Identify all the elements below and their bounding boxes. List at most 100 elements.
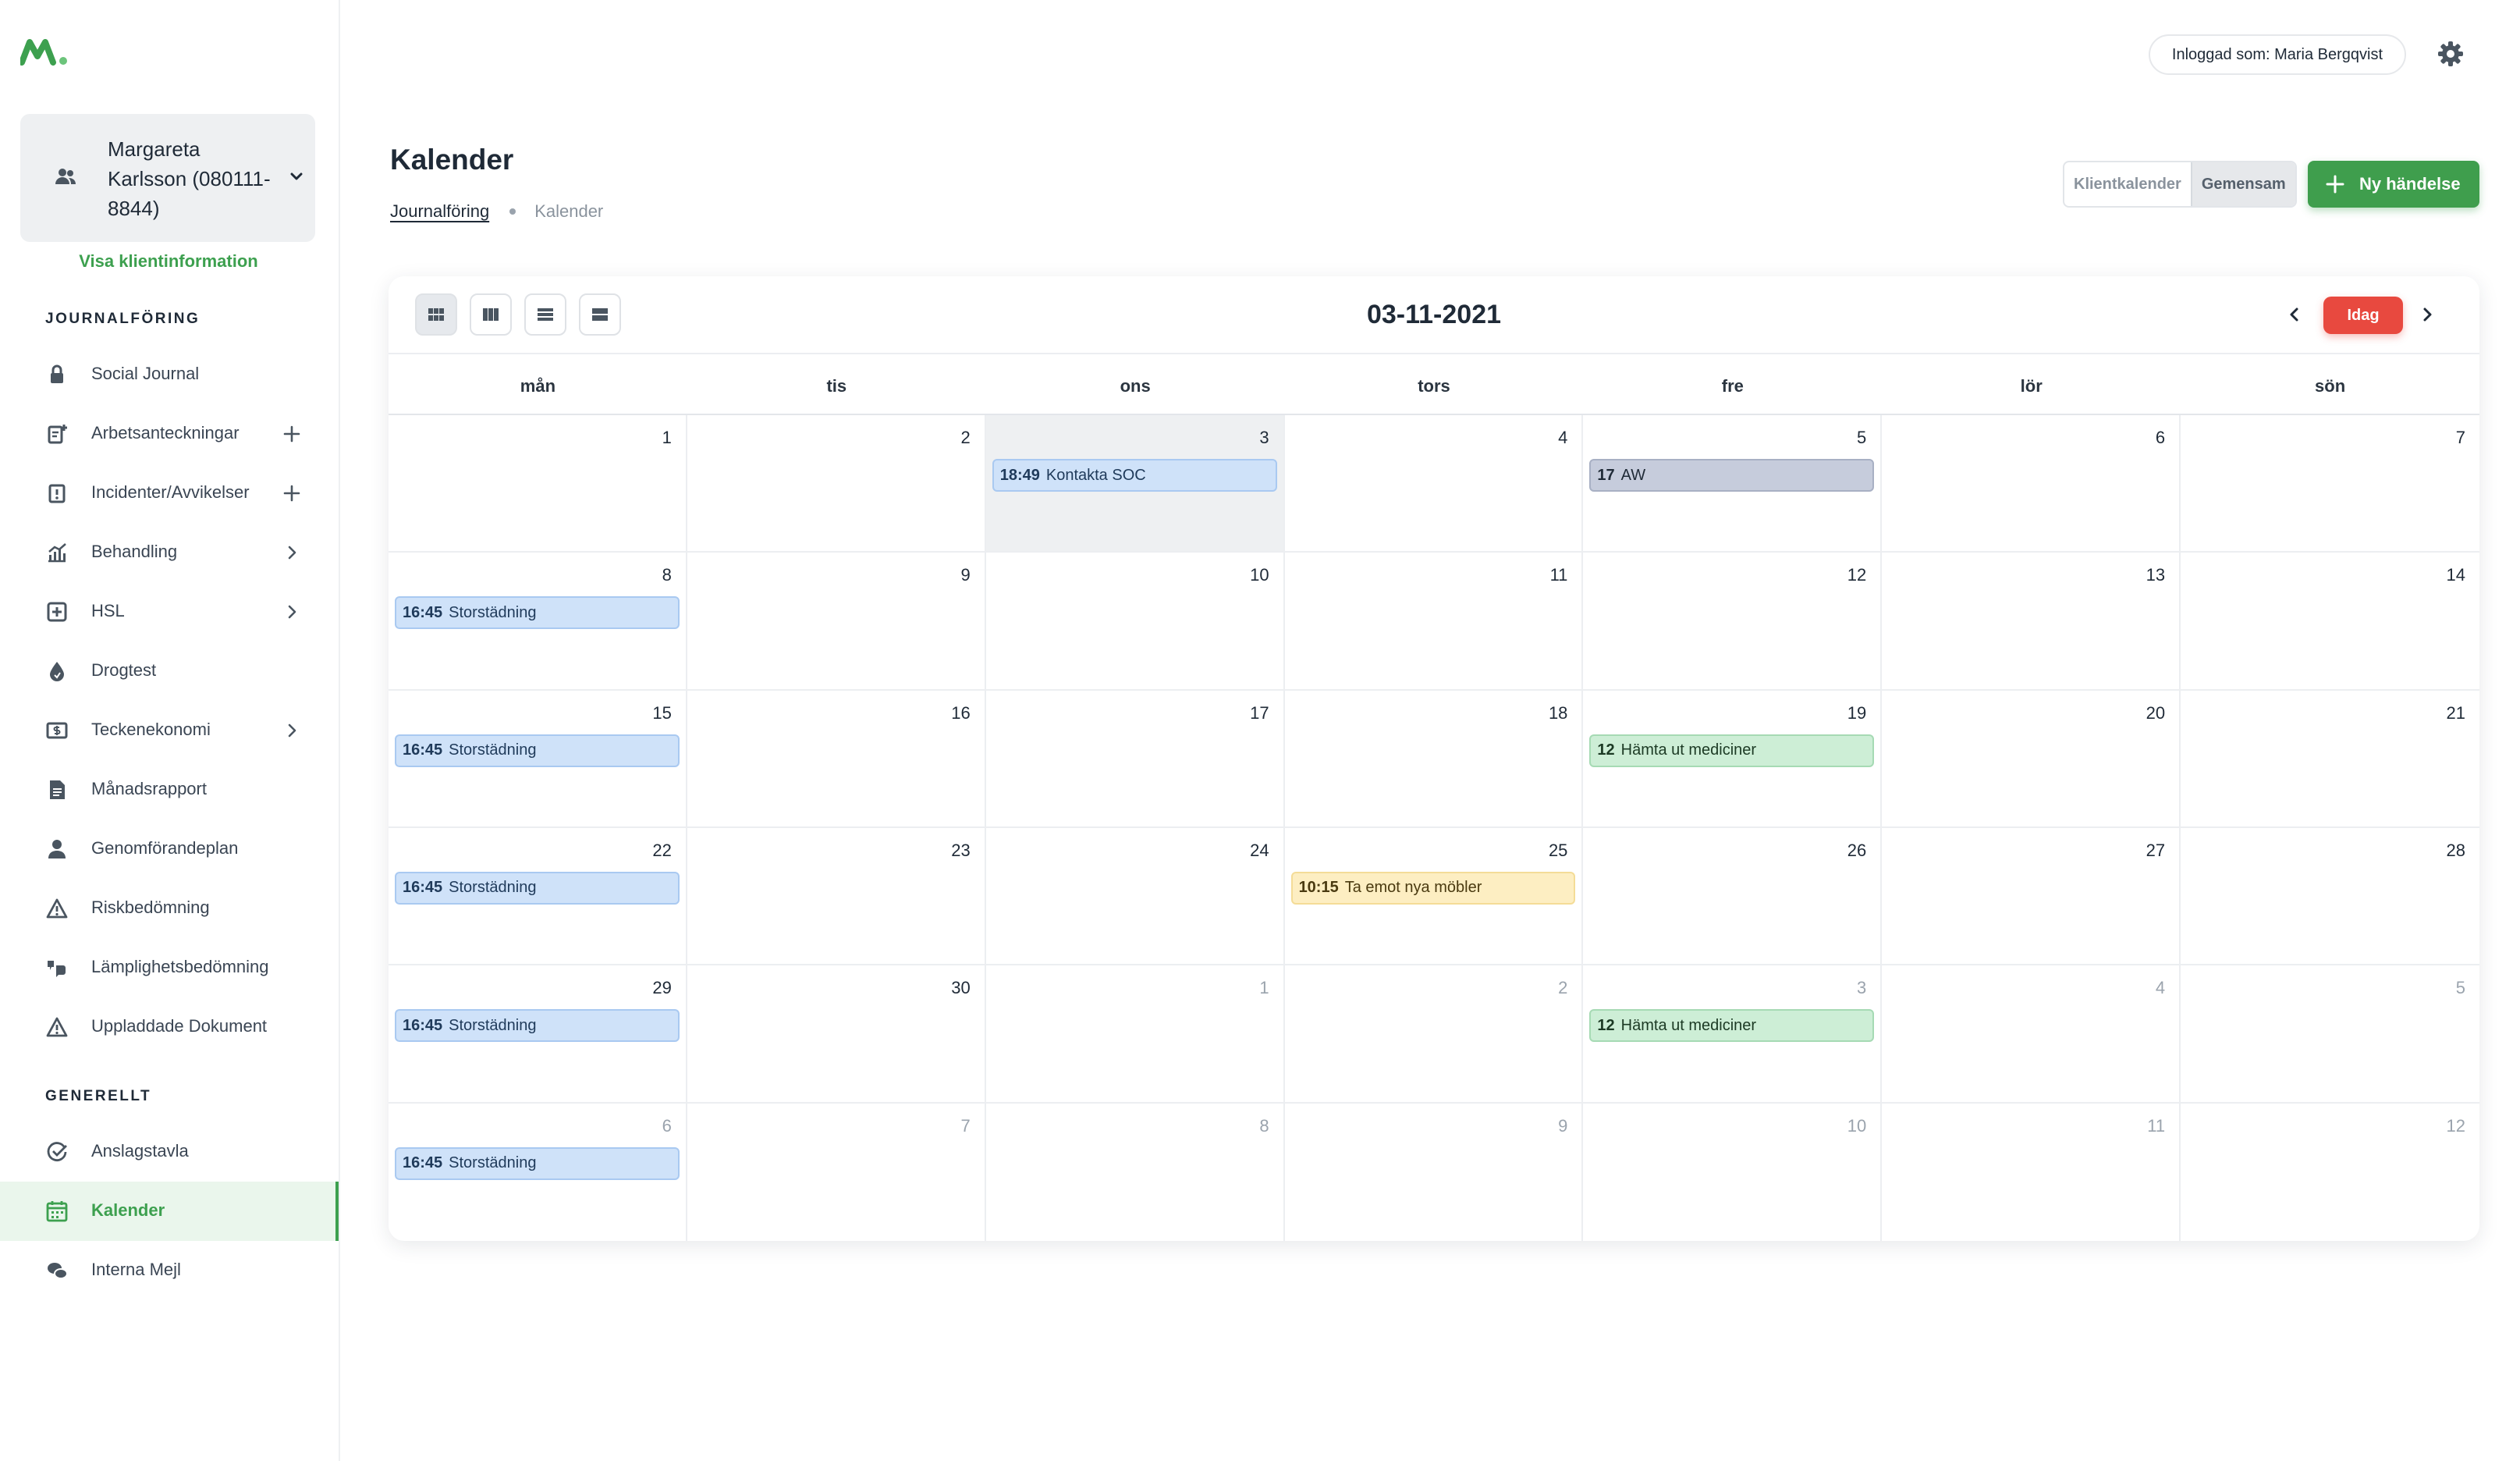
day-cell[interactable]: 8 xyxy=(986,1103,1285,1241)
day-cell[interactable]: 24 xyxy=(985,827,1285,966)
client-selector[interactable]: Margareta Karlsson (080111-8844) xyxy=(20,114,315,242)
sidebar-item-genomförandeplan[interactable]: Genomförandeplan xyxy=(0,819,339,879)
toggle-client-calendar[interactable]: Klientkalender xyxy=(2064,162,2191,206)
toggle-shared-calendar[interactable]: Gemensam xyxy=(2190,162,2295,206)
day-cell[interactable]: 10 xyxy=(1583,1103,1883,1241)
calendar-event[interactable]: 16:45 Storstädning xyxy=(395,871,680,905)
chevron-right-icon[interactable] xyxy=(2415,303,2439,326)
calendar-event[interactable]: 18:49 Kontakta SOC xyxy=(992,459,1277,492)
day-cell[interactable]: 1 xyxy=(985,965,1285,1104)
day-cell[interactable]: 15 16:45 Storstädning xyxy=(389,690,687,828)
day-cell[interactable]: 2 xyxy=(687,415,986,553)
calendar-event[interactable]: 12 Hämta ut mediciner xyxy=(1589,734,1875,767)
month-view-button[interactable] xyxy=(415,293,457,336)
day-cell[interactable]: 30 xyxy=(687,965,986,1104)
day-cell[interactable]: 17 xyxy=(985,690,1285,828)
chevron-right-icon[interactable] xyxy=(281,720,303,741)
app-logo[interactable] xyxy=(20,36,70,67)
sidebar-item-kalender[interactable]: Kalender xyxy=(0,1182,339,1241)
sidebar-item-teckenekonomi[interactable]: Teckenekonomi xyxy=(0,701,339,760)
day-cell[interactable]: 26 xyxy=(1583,827,1883,966)
day-cell[interactable]: 14 xyxy=(2181,553,2479,691)
new-event-button[interactable]: Ny händelse xyxy=(2308,161,2479,208)
weekday-label: ons xyxy=(1120,376,1151,396)
sidebar-item-drogtest[interactable]: Drogtest xyxy=(0,642,339,701)
day-cell[interactable]: 11 xyxy=(1882,1103,2181,1241)
day-number: 16 xyxy=(951,702,971,723)
logged-in-user-badge[interactable]: Inloggad som: Maria Bergqvist xyxy=(2149,34,2406,75)
day-cell[interactable]: 20 xyxy=(1882,690,2181,828)
day-cell[interactable]: 22 16:45 Storstädning xyxy=(389,827,687,966)
sidebar-item-uppladdade-dokument[interactable]: Uppladdade Dokument xyxy=(0,997,339,1057)
day-cell[interactable]: 11 xyxy=(1284,553,1584,691)
new-event-label: Ny händelse xyxy=(2359,174,2461,194)
day-cell[interactable]: 10 xyxy=(985,553,1285,691)
sidebar-item-anslagstavla[interactable]: Anslagstavla xyxy=(0,1122,339,1182)
day-cell[interactable]: 4 xyxy=(1882,965,2181,1104)
calendar-event[interactable]: 16:45 Storstädning xyxy=(395,1009,680,1043)
sidebar-item-behandling[interactable]: Behandling xyxy=(0,523,339,582)
day-cell[interactable]: 5 xyxy=(2181,965,2479,1104)
day-cell[interactable]: 5 17 AW xyxy=(1583,415,1883,553)
day-cell[interactable]: 6 16:45 Storstädning xyxy=(389,1103,687,1241)
day-number: 6 xyxy=(2155,428,2166,447)
day-cell[interactable]: 12 xyxy=(2181,1104,2479,1241)
chevron-down-icon[interactable] xyxy=(286,165,307,187)
today-button[interactable]: Idag xyxy=(2323,297,2403,334)
day-cell[interactable]: 12 xyxy=(1583,553,1883,691)
day-cell[interactable]: 16 xyxy=(687,690,986,828)
day-cell[interactable]: 1 xyxy=(389,415,687,553)
sidebar-item-label: Behandling xyxy=(91,542,178,561)
day-number: 3 xyxy=(1259,428,1269,447)
calendar-event[interactable]: 17 AW xyxy=(1589,459,1875,492)
day-cell[interactable]: 18 xyxy=(1284,690,1584,828)
day-cell[interactable]: 13 xyxy=(1882,553,2181,691)
chevron-right-icon[interactable] xyxy=(281,601,303,623)
day-cell[interactable]: 27 xyxy=(1882,827,2181,966)
calendar-event[interactable]: 10:15 Ta emot nya möbler xyxy=(1290,871,1576,905)
day-cell[interactable]: 19 12 Hämta ut mediciner xyxy=(1583,690,1883,828)
chevron-left-icon[interactable] xyxy=(2283,303,2306,326)
day-cell[interactable]: 28 xyxy=(2181,828,2479,966)
day-cell[interactable]: 23 xyxy=(687,827,986,966)
day-cell[interactable]: 9 xyxy=(1285,1103,1584,1241)
day-cell[interactable]: 2 xyxy=(1284,965,1584,1104)
weekday-header: mån tis ons tors fre lör sön xyxy=(389,354,2479,415)
day-cell[interactable]: 9 xyxy=(687,553,986,691)
day-cell[interactable]: 4 xyxy=(1284,415,1584,553)
day-cell[interactable]: 7 xyxy=(687,1103,986,1241)
weekday-label: mån xyxy=(520,376,556,396)
calendar-event[interactable]: 16:45 Storstädning xyxy=(395,734,680,767)
calendar-event[interactable]: 16:45 Storstädning xyxy=(395,596,680,630)
sidebar-item-incidenter-avvikelser[interactable]: Incidenter/Avvikelser xyxy=(0,464,339,523)
day-cell[interactable]: 8 16:45 Storstädning xyxy=(389,553,687,691)
sidebar-item-interna-mejl[interactable]: Interna Mejl xyxy=(0,1241,339,1300)
sidebar-item-social-journal[interactable]: Social Journal xyxy=(0,345,339,404)
day-cell[interactable]: 25 10:15 Ta emot nya möbler xyxy=(1284,827,1584,966)
sidebar-item-månadsrapport[interactable]: Månadsrapport xyxy=(0,760,339,819)
day-cell[interactable]: 3 18:49 Kontakta SOC xyxy=(985,415,1285,553)
calendar-event[interactable]: 12 Hämta ut mediciner xyxy=(1589,1009,1875,1043)
day-cell[interactable]: 29 16:45 Storstädning xyxy=(389,965,687,1104)
sidebar-item-lämplighetsbedömning[interactable]: Lämplighetsbedömning xyxy=(0,938,339,997)
plus-icon[interactable] xyxy=(281,423,303,445)
show-client-info-link[interactable]: Visa klientinformation xyxy=(0,251,337,272)
day-number: 13 xyxy=(2146,565,2166,585)
breadcrumb-journalforing[interactable]: Journalföring xyxy=(390,201,489,222)
day-cell[interactable]: 6 xyxy=(1882,415,2181,553)
list-view-button[interactable] xyxy=(524,293,566,336)
chevron-right-icon[interactable] xyxy=(281,542,303,563)
day-cell[interactable]: 3 12 Hämta ut mediciner xyxy=(1583,965,1883,1104)
day-cell[interactable]: 7 xyxy=(2181,415,2479,553)
day-number: 30 xyxy=(951,978,971,998)
day-cell[interactable]: 21 xyxy=(2181,691,2479,828)
sidebar-item-hsl[interactable]: HSL xyxy=(0,582,339,642)
gear-icon[interactable] xyxy=(2436,39,2465,69)
day-view-button[interactable] xyxy=(579,293,621,336)
chart-icon xyxy=(48,543,66,563)
week-view-button[interactable] xyxy=(470,293,512,336)
plus-icon[interactable] xyxy=(281,482,303,504)
sidebar-item-riskbedömning[interactable]: Riskbedömning xyxy=(0,879,339,938)
calendar-event[interactable]: 16:45 Storstädning xyxy=(395,1146,680,1180)
sidebar-item-arbetsanteckningar[interactable]: Arbetsanteckningar xyxy=(0,404,339,464)
